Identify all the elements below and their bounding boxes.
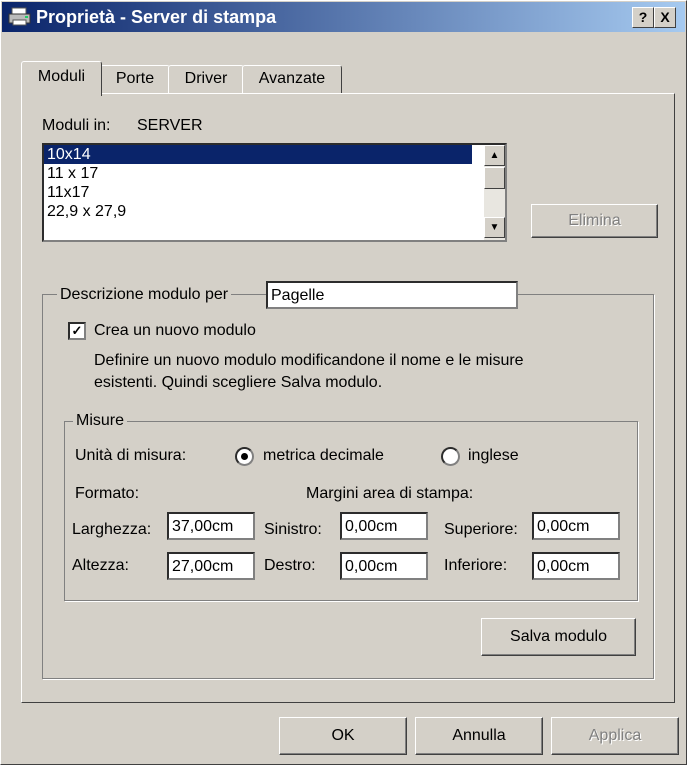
ok-button[interactable]: OK	[279, 717, 407, 755]
units-label: Unità di misura:	[75, 447, 187, 464]
scroll-thumb[interactable]	[484, 167, 505, 189]
right-margin-input[interactable]: 0,00cm	[340, 552, 428, 580]
list-item[interactable]: 11x17	[44, 183, 505, 202]
list-item[interactable]: 10x14	[44, 145, 472, 164]
format-label: Formato:	[75, 485, 140, 502]
width-input[interactable]: 37,00cm	[167, 512, 255, 540]
margins-label: Margini area di stampa:	[306, 485, 474, 502]
tab-label: Moduli	[37, 68, 86, 85]
save-form-button[interactable]: Salva modulo	[481, 618, 636, 656]
left-margin-input[interactable]: 0,00cm	[340, 512, 428, 540]
left-margin-label: Sinistro:	[264, 521, 322, 538]
cancel-button[interactable]: Annulla	[415, 717, 543, 755]
forms-list[interactable]: 10x14 11 x 17 11x17 22,9 x 27,9 ▲ ▼	[42, 143, 507, 242]
list-item[interactable]: 11 x 17	[44, 164, 505, 183]
height-label: Altezza:	[72, 557, 129, 574]
tab-driver[interactable]: Driver	[168, 65, 244, 93]
scroll-up-icon[interactable]: ▲	[484, 145, 505, 166]
width-label: Larghezza:	[72, 521, 152, 538]
tab-label: Avanzate	[258, 70, 326, 87]
server-name: SERVER	[137, 117, 203, 134]
metric-radio[interactable]	[235, 447, 254, 466]
form-name-input[interactable]: Pagelle	[266, 281, 518, 309]
apply-button[interactable]: Applica	[551, 717, 679, 755]
help-text-line1: Definire un nuovo modulo modificandone i…	[94, 352, 524, 369]
help-text-line2: esistenti. Quindi scegliere Salva modulo…	[94, 374, 383, 391]
list-item[interactable]: 22,9 x 27,9	[44, 202, 505, 221]
scroll-down-icon[interactable]: ▼	[484, 217, 505, 238]
tab-avanzate[interactable]: Avanzate	[242, 65, 342, 93]
tab-label: Driver	[184, 70, 228, 87]
radio-dot	[241, 453, 248, 460]
create-form-label: Crea un nuovo modulo	[94, 322, 256, 339]
metric-label: metrica decimale	[263, 447, 384, 464]
top-margin-label: Superiore:	[444, 521, 518, 538]
tab-label: Porte	[115, 70, 155, 87]
title-bar[interactable]: Proprietà - Server di stampa ? X	[2, 2, 685, 32]
tab-porte[interactable]: Porte	[100, 65, 170, 93]
tab-moduli[interactable]: Moduli	[21, 61, 102, 96]
english-label: inglese	[468, 447, 519, 464]
properties-dialog: Proprietà - Server di stampa ? X Moduli …	[0, 0, 687, 765]
window-title: Proprietà - Server di stampa	[36, 7, 277, 27]
create-form-checkbox[interactable]: ✓	[68, 322, 86, 340]
bottom-margin-input[interactable]: 0,00cm	[532, 552, 620, 580]
english-radio[interactable]	[441, 447, 460, 466]
delete-button[interactable]: Elimina	[531, 204, 658, 238]
forms-list-scrollbar[interactable]: ▲ ▼	[484, 145, 505, 240]
top-margin-input[interactable]: 0,00cm	[532, 512, 620, 540]
right-margin-label: Destro:	[264, 557, 316, 574]
moduli-in-label: Moduli in:	[42, 117, 111, 134]
bottom-margin-label: Inferiore:	[444, 557, 508, 574]
measures-label: Misure	[73, 412, 128, 430]
printer-icon	[8, 7, 31, 26]
description-label: Descrizione modulo per	[57, 286, 232, 304]
help-button[interactable]: ?	[632, 7, 654, 28]
height-input[interactable]: 27,00cm	[167, 552, 255, 580]
close-button[interactable]: X	[654, 7, 676, 28]
